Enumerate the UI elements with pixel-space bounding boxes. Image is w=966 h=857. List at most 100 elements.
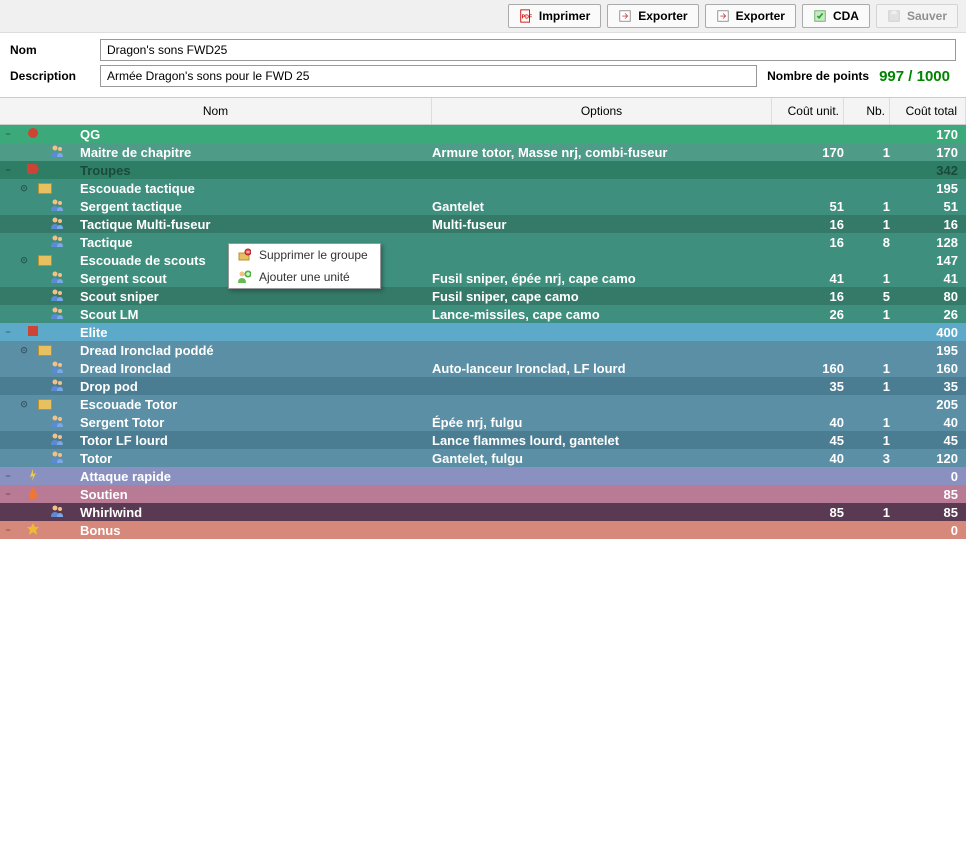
export2-button[interactable]: Exporter [705, 4, 796, 28]
row-name: Totor LF lourd [80, 433, 432, 448]
row-total: 170 [890, 127, 966, 142]
row-icons: − [0, 468, 80, 485]
row-total: 26 [890, 307, 966, 322]
header-name: Nom [0, 98, 432, 124]
table-row[interactable]: Tactique168128 [0, 233, 966, 251]
row-icons [0, 235, 80, 250]
table-row[interactable]: −Bonus0 [0, 521, 966, 539]
cda-label: CDA [833, 9, 859, 23]
row-name: Scout sniper [80, 289, 432, 304]
row-icons: − [0, 486, 80, 503]
row-icons: − [0, 162, 80, 179]
person-icon [50, 451, 64, 466]
row-unit-cost: 40 [772, 451, 844, 466]
row-nb: 1 [844, 199, 890, 214]
folder-icon [38, 255, 52, 266]
row-total: 40 [890, 415, 966, 430]
table-row[interactable]: Sergent scoutFusil sniper, épée nrj, cap… [0, 269, 966, 287]
person-icon [50, 289, 64, 304]
name-input[interactable] [100, 39, 956, 61]
row-icons [0, 145, 80, 160]
row-name: Dread Ironclad [80, 361, 432, 376]
export2-label: Exporter [736, 9, 785, 23]
header-nb: Nb. [844, 98, 890, 124]
row-icons [0, 217, 80, 232]
row-icons [0, 451, 80, 466]
table-row[interactable]: ⊙Escouade tactique195 [0, 179, 966, 197]
cda-icon [813, 9, 827, 23]
table-row[interactable]: Maitre de chapitreArmure totor, Masse nr… [0, 143, 966, 161]
row-total: 45 [890, 433, 966, 448]
table-row[interactable]: −Soutien85 [0, 485, 966, 503]
collapse-icon[interactable]: − [4, 130, 12, 138]
add-unit-icon [237, 270, 251, 284]
row-nb: 3 [844, 451, 890, 466]
table-row[interactable]: Whirlwind85185 [0, 503, 966, 521]
row-unit-cost: 45 [772, 433, 844, 448]
table-row[interactable]: Totor LF lourdLance flammes lourd, gante… [0, 431, 966, 449]
table-row[interactable]: Scout sniperFusil sniper, cape camo16580 [0, 287, 966, 305]
collapse-icon[interactable]: − [4, 490, 12, 498]
table-row[interactable]: Drop pod35135 [0, 377, 966, 395]
table-row[interactable]: ⊙Dread Ironclad poddé195 [0, 341, 966, 359]
row-total: 342 [890, 163, 966, 178]
row-total: 400 [890, 325, 966, 340]
row-icons [0, 289, 80, 304]
desc-input[interactable] [100, 65, 757, 87]
row-total: 80 [890, 289, 966, 304]
print-button[interactable]: PDF Imprimer [508, 4, 601, 28]
folder-icon [38, 345, 52, 356]
toolbar: PDF Imprimer Exporter Exporter CDA Sauve… [0, 0, 966, 33]
category-icon [26, 522, 40, 539]
menu-delete-group[interactable]: Supprimer le groupe [229, 244, 380, 266]
table-row[interactable]: −QG170 [0, 125, 966, 143]
collapse-icon[interactable]: − [4, 166, 12, 174]
table-row[interactable]: Dread IroncladAuto-lanceur Ironclad, LF … [0, 359, 966, 377]
table-row[interactable]: Sergent TotorÉpée nrj, fulgu40140 [0, 413, 966, 431]
collapse-icon[interactable]: ⊙ [20, 346, 28, 354]
cda-button[interactable]: CDA [802, 4, 870, 28]
person-icon [50, 433, 64, 448]
save-icon [887, 9, 901, 23]
table-row[interactable]: ⊙Escouade de scouts147Supprimer le group… [0, 251, 966, 269]
folder-icon [38, 183, 52, 194]
row-name: Soutien [80, 487, 432, 502]
row-unit-cost: 35 [772, 379, 844, 394]
category-icon [26, 126, 40, 143]
menu-add-unit[interactable]: Ajouter une unité [229, 266, 380, 288]
collapse-icon[interactable]: ⊙ [20, 256, 28, 264]
points-label: Nombre de points [757, 69, 879, 83]
menu-add-label: Ajouter une unité [259, 270, 350, 284]
row-options: Fusil sniper, cape camo [432, 289, 772, 304]
row-unit-cost: 16 [772, 217, 844, 232]
collapse-icon[interactable]: ⊙ [20, 184, 28, 192]
row-unit-cost: 16 [772, 235, 844, 250]
person-icon [50, 235, 64, 250]
row-name: Attaque rapide [80, 469, 432, 484]
row-icons [0, 271, 80, 286]
table-row[interactable]: ⊙Escouade Totor205 [0, 395, 966, 413]
row-total: 35 [890, 379, 966, 394]
export1-button[interactable]: Exporter [607, 4, 698, 28]
header-total: Coût total [890, 98, 966, 124]
collapse-icon[interactable]: − [4, 526, 12, 534]
row-name: Elite [80, 325, 432, 340]
row-name: Scout LM [80, 307, 432, 322]
collapse-icon[interactable]: − [4, 328, 12, 336]
table-row[interactable]: TotorGantelet, fulgu403120 [0, 449, 966, 467]
row-name: Maitre de chapitre [80, 145, 432, 160]
table-row[interactable]: Tactique Multi-fuseurMulti-fuseur16116 [0, 215, 966, 233]
person-icon [50, 271, 64, 286]
table-row[interactable]: −Troupes342 [0, 161, 966, 179]
row-name: Sergent Totor [80, 415, 432, 430]
collapse-icon[interactable]: − [4, 472, 12, 480]
pdf-icon: PDF [519, 9, 533, 23]
row-icons: − [0, 324, 80, 341]
table-row[interactable]: −Attaque rapide0 [0, 467, 966, 485]
export-icon [716, 9, 730, 23]
table-row[interactable]: Sergent tactiqueGantelet51151 [0, 197, 966, 215]
table-row[interactable]: − Elite 400 [0, 323, 966, 341]
collapse-icon[interactable]: ⊙ [20, 400, 28, 408]
table-row[interactable]: Scout LMLance-missiles, cape camo26126 [0, 305, 966, 323]
print-label: Imprimer [539, 9, 590, 23]
